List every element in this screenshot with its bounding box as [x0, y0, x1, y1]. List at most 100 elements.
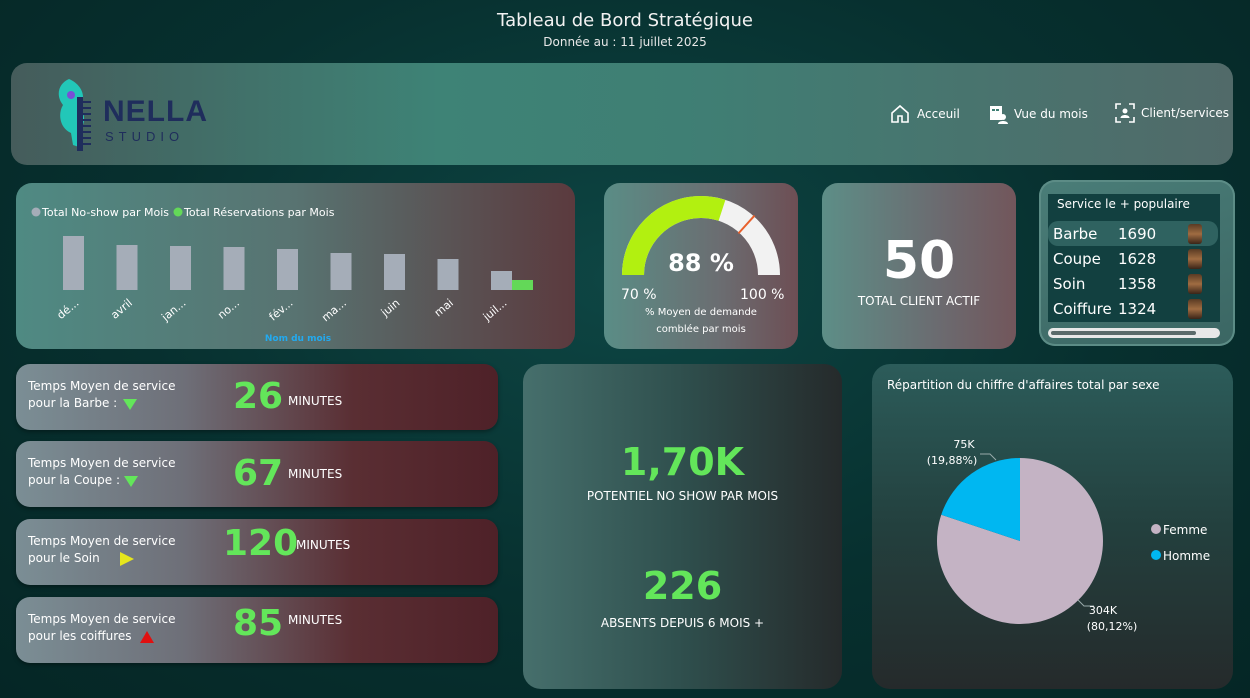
brand-subtitle: STUDIO: [105, 129, 185, 144]
users-scan-icon: [1115, 103, 1135, 123]
trend-down-icon: [124, 475, 138, 487]
nav-month-view[interactable]: Vue du mois: [988, 103, 1088, 125]
noshow-potential-label: POTENTIEL NO SHOW PAR MOIS: [586, 489, 779, 503]
gauge-min-label: 70 %: [621, 287, 657, 303]
absent-value: 226: [642, 564, 723, 608]
legend-homme-marker: [1151, 550, 1161, 560]
noshow-potential-value: 1,70K: [620, 440, 745, 484]
x-tick-label: avril: [108, 296, 135, 321]
trend-down-icon: [123, 398, 138, 410]
nav-home-label: Acceuil: [917, 107, 960, 121]
service-time-line1: Temps Moyen de service: [28, 456, 176, 470]
calendar-person-icon: [990, 106, 1008, 124]
service-time-line2: pour la Barbe :: [28, 395, 175, 412]
service-time-label: Temps Moyen de service pour les coiffure…: [28, 611, 175, 645]
scrollbar-thumb[interactable]: [1051, 331, 1196, 335]
bar-noshow[interactable]: [116, 245, 138, 290]
trend-up-icon: [139, 630, 154, 643]
service-row[interactable]: Soin 1358: [1048, 271, 1218, 296]
service-row[interactable]: Coiffure 1324: [1048, 296, 1218, 321]
service-time-value: 120: [223, 523, 299, 564]
x-tick-label: juil...: [480, 296, 510, 324]
monthly-bar-chart: Total No-show par Mois Total Réservation…: [31, 206, 533, 344]
trend-flat-icon: [119, 551, 134, 566]
homme-leader-line: [980, 453, 997, 461]
monthly-chart-card: Total No-show par Mois Total Réservation…: [16, 183, 575, 349]
x-tick-label: mai: [432, 296, 456, 319]
revenue-pie-chart: 75K (19,88%) 304K (80,12%) Femme Homme: [927, 438, 1210, 633]
service-time-line2: pour le Soin: [28, 550, 175, 567]
revenue-by-sex-card: Répartition du chiffre d'affaires total …: [872, 364, 1233, 689]
service-count: 1358: [1118, 274, 1157, 293]
service-time-line2: pour la Coupe :: [28, 472, 175, 489]
service-count: 1628: [1118, 249, 1157, 268]
service-time-line1: Temps Moyen de service: [28, 379, 176, 393]
service-time-soin-card: Temps Moyen de service pour le Soin 120 …: [16, 519, 498, 585]
service-time-label: Temps Moyen de service pour la Coupe :: [28, 455, 175, 489]
total-client-card: 50 TOTAL CLIENT ACTIF: [822, 183, 1016, 349]
bar-noshow[interactable]: [223, 247, 245, 290]
service-time-value: 26: [233, 376, 284, 417]
popular-service-table: Service le + populaire Barbe 1690 Coupe …: [1048, 194, 1220, 322]
service-count: 1324: [1118, 299, 1157, 318]
service-time-unit: MINUTES: [288, 394, 343, 408]
bar-noshow[interactable]: [491, 271, 512, 290]
comb-icon: [58, 79, 91, 151]
home-icon: [891, 104, 909, 123]
page-title: Tableau de Bord Stratégique: [497, 10, 753, 31]
gauge-max-label: 100 %: [740, 287, 785, 303]
service-image: [1188, 248, 1202, 269]
horizontal-scrollbar[interactable]: [1048, 328, 1220, 338]
total-client-label: TOTAL CLIENT ACTIF: [857, 294, 981, 308]
femme-pct-label: (80,12%): [1087, 620, 1138, 633]
x-tick-label: ma...: [319, 296, 349, 324]
bar-noshow[interactable]: [384, 254, 405, 290]
service-name: Soin: [1053, 274, 1086, 293]
x-tick-label: fév...: [267, 296, 296, 323]
legend-femme[interactable]: Femme: [1163, 523, 1207, 537]
homme-value-label: 75K: [953, 438, 975, 451]
data-date: Donnée au : 11 juillet 2025: [543, 35, 707, 49]
homme-pct-label: (19,88%): [927, 454, 978, 467]
service-row[interactable]: Coupe 1628: [1048, 246, 1218, 271]
bar-noshow[interactable]: [277, 249, 298, 290]
service-time-unit: MINUTES: [288, 613, 343, 627]
brand-name: NELLA: [103, 95, 208, 128]
x-tick-label: juin: [378, 296, 403, 320]
service-time-value: 85: [233, 603, 284, 644]
service-name: Barbe: [1053, 224, 1098, 243]
service-name: Coiffure: [1053, 299, 1112, 318]
service-time-barbe-card: Temps Moyen de service pour la Barbe : 2…: [16, 364, 498, 430]
service-image: [1188, 223, 1202, 244]
service-image: [1188, 273, 1202, 294]
legend-noshow-marker: [31, 207, 41, 217]
service-time-line2-text: pour les coiffures: [28, 629, 132, 643]
popular-service-title: Service le + populaire: [1057, 197, 1190, 211]
service-time-line2: pour les coiffures: [28, 628, 175, 645]
x-tick-label: no...: [215, 296, 242, 321]
service-count: 1690: [1118, 224, 1157, 243]
x-axis-title: Nom du mois: [265, 334, 331, 344]
bar-reservations[interactable]: [512, 280, 533, 290]
service-time-unit: MINUTES: [296, 538, 351, 552]
service-row[interactable]: Barbe 1690: [1048, 221, 1218, 246]
bar-noshow[interactable]: [437, 259, 459, 290]
nav-client-label: Client/services: [1141, 106, 1230, 120]
service-time-unit: MINUTES: [288, 467, 343, 481]
nav-month-label: Vue du mois: [1014, 107, 1088, 121]
legend-homme[interactable]: Homme: [1163, 549, 1210, 563]
legend-noshow[interactable]: Total No-show par Mois: [41, 206, 169, 219]
x-tick-label: dé...: [54, 296, 81, 322]
service-time-coiffure-card: Temps Moyen de service pour les coiffure…: [16, 597, 498, 663]
nav-home[interactable]: Acceuil: [889, 103, 960, 125]
service-time-line2-text: pour la Coupe :: [28, 473, 120, 487]
service-time-line2-text: pour la Barbe :: [28, 396, 118, 410]
bar-noshow[interactable]: [170, 246, 191, 290]
service-time-label: Temps Moyen de service pour le Soin: [28, 533, 175, 567]
bar-noshow[interactable]: [63, 236, 84, 290]
total-client-value: 50: [882, 231, 956, 291]
service-time-line1: Temps Moyen de service: [28, 534, 176, 548]
nav-client-services[interactable]: Client/services: [1115, 103, 1229, 123]
legend-reservations[interactable]: Total Réservations par Mois: [183, 206, 335, 219]
bar-noshow[interactable]: [330, 253, 352, 290]
